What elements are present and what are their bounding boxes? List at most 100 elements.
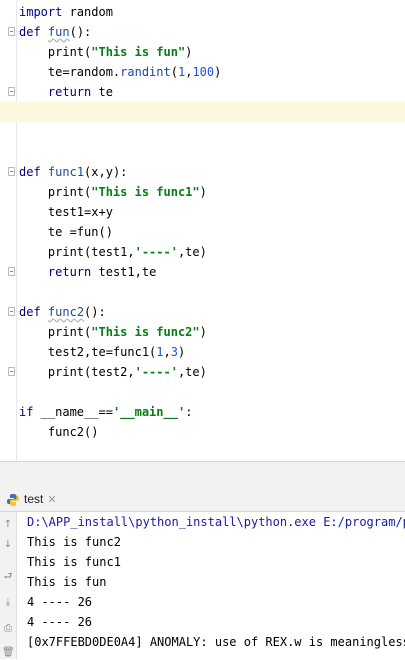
- code-token: print(test2,: [19, 365, 135, 379]
- trash-icon[interactable]: 🗑: [2, 646, 15, 660]
- code-text: test2,te=func1(1,3): [19, 342, 185, 362]
- code-token: print(: [19, 45, 92, 59]
- fold-marker-icon[interactable]: [8, 307, 15, 316]
- code-token: te: [91, 85, 113, 99]
- code-token: ): [199, 185, 207, 199]
- soft-wrap-icon[interactable]: ⮐: [2, 570, 14, 584]
- code-text: te =fun(): [19, 222, 113, 242]
- code-line[interactable]: test1=x+y: [0, 202, 405, 222]
- code-token: randint: [120, 65, 171, 79]
- fold-marker-icon[interactable]: [8, 27, 15, 36]
- code-line[interactable]: def fun():: [0, 22, 405, 42]
- run-tab[interactable]: test ✕: [6, 489, 57, 509]
- code-token: if: [19, 405, 34, 419]
- run-tool-window-header: test ✕: [0, 487, 405, 512]
- run-tab-label: test: [24, 492, 44, 506]
- code-line[interactable]: def func1(x,y):: [0, 162, 405, 182]
- code-token: 3: [170, 345, 178, 359]
- code-token: func1: [47, 165, 85, 179]
- code-token: "This is fun": [91, 45, 186, 59]
- console-output-line: [0x7FFEBD0DE0A4] ANOMALY: use of REX.w i…: [27, 635, 405, 649]
- code-line[interactable]: import random: [0, 2, 405, 22]
- code-text: return te: [19, 82, 113, 102]
- console-output-line: This is func1: [27, 555, 121, 569]
- code-token: ): [214, 65, 222, 79]
- code-token: (: [170, 65, 178, 79]
- code-text: if __name__=='__main__':: [19, 402, 192, 422]
- fold-marker-icon[interactable]: [8, 367, 15, 376]
- code-line[interactable]: return test1,te: [0, 262, 405, 282]
- code-line[interactable]: [0, 102, 405, 122]
- code-line[interactable]: return te: [0, 82, 405, 102]
- code-token: func2(): [19, 425, 99, 439]
- fold-marker-icon[interactable]: [8, 167, 15, 176]
- console-output-line: This is fun: [27, 575, 107, 589]
- code-token: 100: [192, 65, 215, 79]
- code-token: func2: [47, 305, 85, 319]
- code-token: '----': [134, 245, 178, 259]
- code-line[interactable]: if __name__=='__main__':: [0, 402, 405, 422]
- code-text: def func1(x,y):: [19, 162, 127, 182]
- run-console[interactable]: D:\APP_install\python_install\python.exe…: [17, 512, 405, 659]
- code-token: random: [62, 5, 113, 19]
- panel-divider[interactable]: [0, 461, 405, 488]
- code-line[interactable]: print("This is fun"): [0, 42, 405, 62]
- code-line[interactable]: print(test2,'----',te): [0, 362, 405, 382]
- up-arrow-icon[interactable]: ↑: [2, 518, 14, 532]
- code-text: print(test1,'----',te): [19, 242, 207, 262]
- code-token: ():: [84, 305, 106, 319]
- code-token: print(test1,: [19, 245, 135, 259]
- code-token: import: [19, 5, 63, 19]
- code-text: def func2():: [19, 302, 106, 322]
- code-line[interactable]: [0, 122, 405, 142]
- code-token: :: [185, 405, 193, 419]
- code-token: def: [19, 165, 41, 179]
- code-token: "This is func1": [91, 185, 200, 199]
- code-line[interactable]: print("This is func2"): [0, 322, 405, 342]
- fold-marker-icon[interactable]: [8, 267, 15, 276]
- code-line[interactable]: func2(): [0, 422, 405, 442]
- code-token: ,te): [177, 245, 207, 259]
- fold-marker-icon[interactable]: [8, 87, 15, 96]
- code-line[interactable]: print("This is func1"): [0, 182, 405, 202]
- code-token: ): [177, 345, 186, 359]
- code-text: test1=x+y: [19, 202, 113, 222]
- code-text: import random: [19, 2, 113, 22]
- code-token: ,: [163, 345, 171, 359]
- code-token: te=random.: [19, 65, 121, 79]
- python-icon: [7, 493, 19, 506]
- code-line[interactable]: te=random.randint(1,100): [0, 62, 405, 82]
- scroll-to-end-icon[interactable]: ⤓: [2, 596, 14, 610]
- code-token: def: [19, 305, 41, 319]
- code-line[interactable]: [0, 282, 405, 302]
- code-token: ): [185, 45, 193, 59]
- close-icon[interactable]: ✕: [47, 494, 56, 506]
- run-toolbar: ↑ ↓ ⮐ ⤓ ⎙ 🗑: [0, 512, 17, 659]
- code-text: te=random.randint(1,100): [19, 62, 221, 82]
- code-token: print(: [19, 325, 92, 339]
- down-arrow-icon[interactable]: ↓: [2, 538, 14, 552]
- console-output-line: This is func2: [27, 535, 121, 549]
- code-line[interactable]: [0, 382, 405, 402]
- code-token: test1=x+y: [19, 205, 113, 219]
- code-line[interactable]: te =fun(): [0, 222, 405, 242]
- code-line[interactable]: test2,te=func1(1,3): [0, 342, 405, 362]
- code-line[interactable]: [0, 142, 405, 162]
- code-line[interactable]: print(test1,'----',te): [0, 242, 405, 262]
- code-text: print(test2,'----',te): [19, 362, 207, 382]
- code-text: print("This is func2"): [19, 322, 207, 342]
- code-token: '__main__': [112, 405, 186, 419]
- code-token: fun: [47, 25, 70, 39]
- code-token: test1,te: [91, 265, 157, 279]
- code-token: print(: [19, 185, 92, 199]
- code-token: return: [47, 85, 92, 99]
- print-icon[interactable]: ⎙: [2, 622, 14, 636]
- code-token: te =fun(): [19, 225, 113, 239]
- code-line[interactable]: def func2():: [0, 302, 405, 322]
- code-editor[interactable]: import random def fun(): print("This is f…: [0, 0, 405, 461]
